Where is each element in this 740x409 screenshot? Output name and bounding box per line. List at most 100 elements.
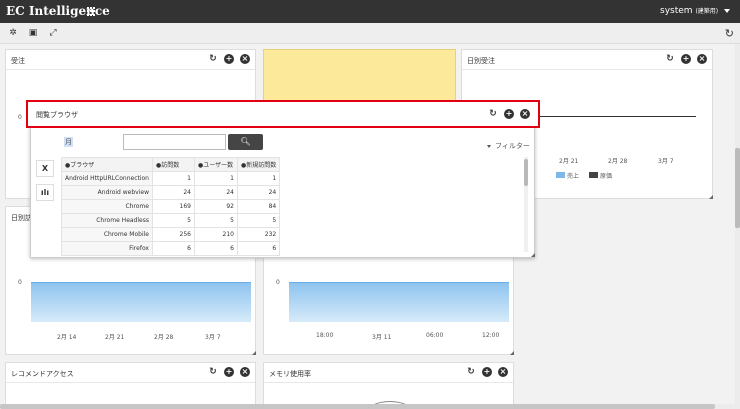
table-row: Android webview 24 24 24: [61, 185, 281, 200]
memory-panel: メモリ使用率 ↻ + ×: [263, 362, 514, 409]
cell: 232: [236, 227, 281, 242]
cell: 210: [193, 227, 238, 242]
filter-label: フィルター: [495, 142, 530, 150]
add-icon[interactable]: +: [224, 54, 234, 64]
browser-panel-header[interactable]: 閲覧ブラウザ ↻ + ×: [26, 100, 540, 128]
expand-icon[interactable]: ⤢: [46, 27, 60, 40]
dashboard-toolbar: ✲ ▣ ⤢ ↻: [0, 23, 740, 44]
cell: 5: [151, 213, 195, 228]
close-icon[interactable]: ×: [520, 109, 530, 119]
refresh-icon[interactable]: ↻: [466, 367, 476, 377]
cell: Chrome Mobile: [61, 227, 153, 242]
legend-label-sales[interactable]: 売上: [567, 171, 579, 180]
x-tick: 3月 7: [205, 334, 221, 341]
area-series: [31, 282, 251, 322]
cell: Chrome: [61, 199, 153, 214]
period-select[interactable]: 月: [64, 137, 73, 147]
x-tick: 06:00: [426, 332, 444, 339]
panel-title: レコメンドアクセス: [11, 370, 74, 378]
close-icon[interactable]: ×: [240, 367, 250, 377]
legend-swatch-cost: [589, 172, 598, 178]
page-scroll-thumb[interactable]: [735, 148, 740, 228]
gear-icon[interactable]: ✲: [6, 27, 20, 40]
close-icon[interactable]: ×: [498, 367, 508, 377]
panel-title: 受注: [11, 57, 25, 65]
refresh-icon[interactable]: ↻: [725, 27, 734, 40]
column-header[interactable]: ●ユーザー数: [193, 157, 238, 172]
y-axis-zero: 0: [276, 279, 280, 286]
table-row: Chrome Mobile 256 210 232: [61, 227, 281, 242]
refresh-icon[interactable]: ↻: [488, 109, 498, 119]
recommend-panel: レコメンドアクセス ↻ + ×: [5, 362, 256, 409]
cell: 24: [151, 185, 195, 200]
horizontal-scroll-thumb[interactable]: [0, 404, 715, 409]
cell: 5: [193, 213, 238, 228]
browser-panel-title: 閲覧ブラウザ: [36, 111, 78, 119]
filter-toggle[interactable]: フィルター: [487, 141, 530, 151]
cell: 6: [193, 241, 238, 256]
table-row: Android HttpURLConnection 1 1 1: [61, 171, 281, 186]
cell: Android HttpURLConnection: [61, 171, 153, 186]
refresh-icon[interactable]: ↻: [208, 367, 218, 377]
chevron-down-icon: [487, 144, 491, 148]
close-icon[interactable]: ×: [240, 54, 250, 64]
legend-label-cost[interactable]: 原価: [600, 171, 612, 180]
table-scroll-thumb[interactable]: [524, 159, 528, 186]
table-row: Firefox 6 6 6: [61, 241, 281, 256]
save-icon[interactable]: ▣: [26, 27, 40, 40]
cell: Chrome Headless: [61, 213, 153, 228]
x-tick: 2月 21: [105, 334, 125, 341]
chart-baseline: [536, 116, 696, 117]
cell: 24: [236, 185, 281, 200]
user-note: (建築用): [695, 8, 719, 15]
column-header[interactable]: ●訪問数: [151, 157, 195, 172]
cell: 169: [151, 199, 195, 214]
y-axis-zero: 0: [18, 114, 22, 121]
panel-title: 日別訪: [11, 214, 32, 222]
cell: Android webview: [61, 185, 153, 200]
resize-handle[interactable]: [510, 351, 514, 355]
x-tick: 2月 28: [608, 158, 628, 165]
resize-handle[interactable]: [709, 195, 713, 199]
cell: 1: [193, 171, 238, 186]
table-row: Chrome Headless 5 5 5: [61, 213, 281, 228]
close-icon[interactable]: ×: [697, 54, 707, 64]
cell: 5: [236, 213, 281, 228]
cell: 1: [236, 171, 281, 186]
note-panel[interactable]: [263, 49, 456, 104]
column-header[interactable]: ●新規訪問数: [236, 157, 281, 172]
excel-export-icon[interactable]: X: [36, 160, 54, 177]
browser-search-input[interactable]: [123, 134, 226, 150]
cell: 256: [151, 227, 195, 242]
add-icon[interactable]: +: [504, 109, 514, 119]
apps-grid-icon[interactable]: [87, 7, 96, 16]
app-header: EC Intelligence system (建築用): [0, 0, 740, 23]
cell: 6: [151, 241, 195, 256]
panel-title: メモリ使用率: [269, 370, 311, 378]
search-button[interactable]: 🔍︎: [228, 134, 263, 150]
cell: 6: [236, 241, 281, 256]
add-icon[interactable]: +: [681, 54, 691, 64]
refresh-icon[interactable]: ↻: [665, 54, 675, 64]
area-series: [289, 282, 509, 322]
resize-handle[interactable]: [252, 351, 256, 355]
resize-handle[interactable]: [531, 253, 535, 257]
add-icon[interactable]: +: [224, 367, 234, 377]
bar-chart-icon[interactable]: ılı: [36, 184, 54, 201]
legend-swatch-sales: [556, 172, 565, 178]
x-tick: 3月 7: [658, 158, 674, 165]
x-tick: 2月 14: [57, 334, 77, 341]
cell: Firefox: [61, 241, 153, 256]
browser-table: ●ブラウザ ●訪問数 ●ユーザー数 ●新規訪問数 Android HttpURL…: [61, 157, 281, 256]
x-tick: 18:00: [316, 332, 334, 339]
refresh-icon[interactable]: ↻: [208, 54, 218, 64]
cell: 92: [193, 199, 238, 214]
column-header[interactable]: ●ブラウザ: [61, 157, 153, 172]
x-tick: 12:00: [482, 332, 500, 339]
panel-title: 日別受注: [467, 57, 495, 65]
user-menu[interactable]: system (建築用): [660, 6, 730, 16]
cell: 1: [151, 171, 195, 186]
y-axis-zero: 0: [18, 279, 22, 286]
table-row: Chrome 169 92 84: [61, 199, 281, 214]
add-icon[interactable]: +: [482, 367, 492, 377]
